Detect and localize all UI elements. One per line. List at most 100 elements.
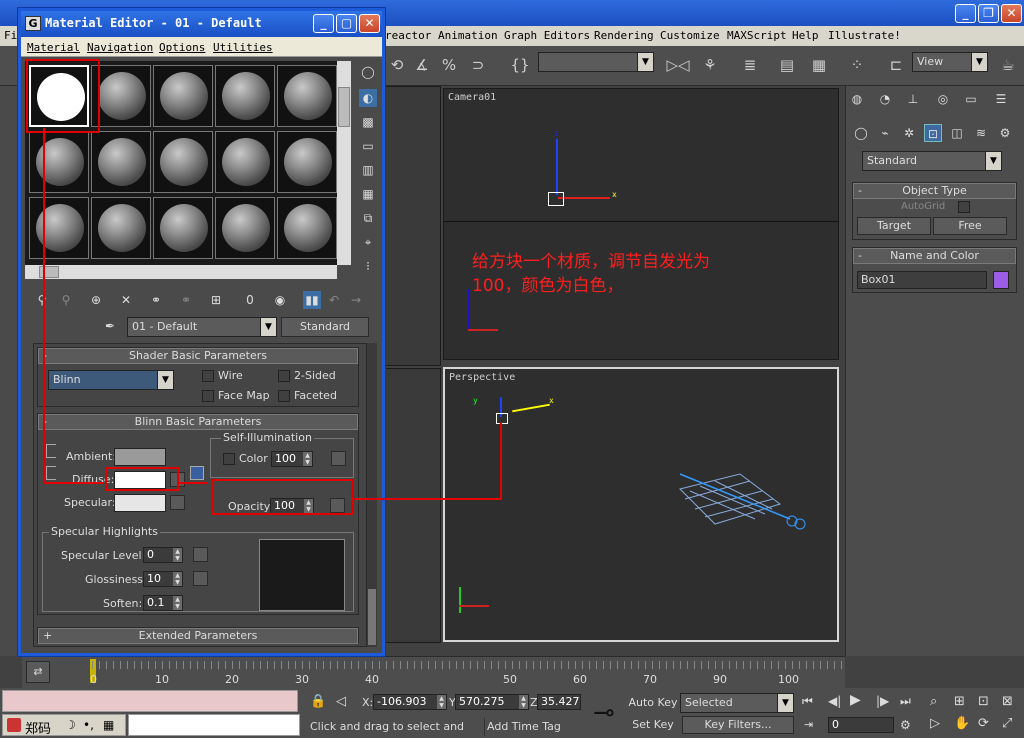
y-coordinate-spinner[interactable]: 570.275 ▲ ▼: [455, 694, 529, 710]
maximize-button[interactable]: ❐: [978, 4, 999, 23]
free-button[interactable]: Free: [933, 217, 1007, 235]
lock-toggle-icon[interactable]: [190, 466, 204, 480]
slots-horizontal-scrollbar[interactable]: [25, 265, 337, 279]
camera-grid-object[interactable]: [670, 469, 810, 539]
motion-tab-icon[interactable]: ◎: [934, 90, 952, 108]
menu-customize[interactable]: Customize: [660, 29, 720, 42]
me-menu-options[interactable]: Options: [159, 41, 205, 54]
display-tab-icon[interactable]: ▭: [962, 90, 980, 108]
soften-spinner[interactable]: 0.1 ▲ ▼: [143, 595, 183, 611]
front-viewport-partial[interactable]: [384, 368, 441, 643]
video-check-icon[interactable]: ▥: [359, 161, 377, 179]
maximize-viewport-icon[interactable]: ⤢: [1002, 716, 1012, 731]
close-button[interactable]: ✕: [1001, 4, 1022, 23]
camera-viewport-label[interactable]: Camera01: [448, 92, 496, 103]
spinner-arrows-icon[interactable]: ▲ ▼: [437, 695, 446, 709]
sample-slot[interactable]: [277, 197, 337, 259]
spinner-arrows-icon[interactable]: ▲ ▼: [173, 548, 182, 562]
sample-slot[interactable]: [91, 197, 151, 259]
lights-icon[interactable]: ✲: [900, 124, 918, 142]
render-scene-icon[interactable]: ⊏: [884, 54, 908, 76]
sample-slot[interactable]: [277, 131, 337, 193]
get-material-icon[interactable]: ⚲: [33, 291, 51, 309]
moon-icon[interactable]: ☽: [65, 718, 76, 732]
me-menu-navigation[interactable]: Navigation: [87, 41, 153, 54]
material-type-button[interactable]: Standard: [281, 317, 369, 337]
target-button[interactable]: Target: [857, 217, 931, 235]
object-type-header[interactable]: - Object Type: [853, 183, 1016, 199]
camera-viewport[interactable]: Camera01 x z: [443, 88, 839, 360]
put-to-library-icon[interactable]: ⊞: [207, 291, 225, 309]
set-key-icon[interactable]: ⊸: [584, 694, 624, 732]
slots-vertical-scrollbar[interactable]: [337, 61, 351, 265]
material-id-icon[interactable]: 0: [241, 291, 259, 309]
maxscript-input[interactable]: [128, 714, 300, 736]
menu-animation[interactable]: Animation: [438, 29, 498, 42]
helpers-icon[interactable]: ◫: [948, 124, 966, 142]
spinner-arrows-icon[interactable]: ▲ ▼: [173, 572, 182, 586]
sample-slot[interactable]: [215, 65, 275, 127]
spinner-arrows-icon[interactable]: ▲ ▼: [303, 452, 312, 466]
goto-start-icon[interactable]: ⏮: [802, 694, 813, 709]
add-time-tag[interactable]: Add Time Tag: [484, 718, 580, 736]
spec-level-spinner[interactable]: 0 ▲ ▼: [143, 547, 183, 563]
named-selection-icon[interactable]: {}: [508, 54, 532, 76]
named-selection-dropdown[interactable]: ▼: [538, 52, 654, 72]
sample-slot[interactable]: [91, 65, 151, 127]
fov-icon[interactable]: ▷: [930, 716, 940, 731]
key-selection-dropdown[interactable]: Selected ▼: [680, 693, 794, 713]
minimize-button[interactable]: _: [955, 4, 976, 23]
go-to-parent-icon[interactable]: ↶: [325, 291, 343, 309]
show-end-result-icon[interactable]: ▮▮: [303, 291, 321, 309]
lock-bracket-ambient[interactable]: [46, 444, 56, 458]
autogrid-checkbox[interactable]: [958, 201, 970, 213]
percent-snap-icon[interactable]: %: [437, 54, 461, 76]
show-map-icon[interactable]: ◉: [271, 291, 289, 309]
assign-material-icon[interactable]: ⊕: [87, 291, 105, 309]
sample-slot[interactable]: [153, 65, 213, 127]
me-close-button[interactable]: ✕: [359, 14, 380, 33]
faceted-checkbox[interactable]: [278, 390, 290, 402]
object-name-field[interactable]: Box01: [857, 271, 987, 289]
perspective-viewport[interactable]: Perspective x y: [443, 367, 839, 642]
sample-slot[interactable]: [215, 197, 275, 259]
utilities-tab-icon[interactable]: ☰: [992, 90, 1010, 108]
spacewarps-icon[interactable]: ≋: [972, 124, 990, 142]
create-tab-icon[interactable]: ◍: [848, 90, 866, 108]
box-object-camera[interactable]: [548, 192, 564, 206]
key-mode-icon[interactable]: ⇥: [804, 718, 813, 731]
spinner-arrows-icon[interactable]: ▲ ▼: [519, 695, 528, 709]
menu-reactor[interactable]: reactor: [385, 29, 431, 42]
menu-help[interactable]: Help: [792, 29, 819, 42]
go-forward-icon[interactable]: →: [347, 291, 365, 309]
sample-slot[interactable]: [277, 65, 337, 127]
self-illum-color-checkbox[interactable]: [223, 453, 235, 465]
ime-toolbar[interactable]: 郑码 ☽ •, ▦: [2, 714, 126, 737]
face-map-checkbox[interactable]: [202, 390, 214, 402]
top-viewport-partial[interactable]: [384, 86, 441, 366]
zoom-all-icon[interactable]: ⊞: [954, 694, 965, 709]
ambient-color-swatch[interactable]: [114, 448, 166, 466]
maxscript-listener-mini[interactable]: [2, 690, 298, 712]
sample-type-icon[interactable]: ◯: [359, 63, 377, 81]
align-icon[interactable]: ⚘: [698, 54, 722, 76]
perspective-viewport-label[interactable]: Perspective: [449, 372, 515, 383]
sample-slot[interactable]: [215, 131, 275, 193]
punctuation-icon[interactable]: •,: [83, 718, 94, 732]
select-by-material-icon[interactable]: ⌖: [359, 233, 377, 251]
me-menu-material[interactable]: Material: [27, 41, 80, 54]
z-coordinate-spinner[interactable]: 35.427: [537, 694, 581, 710]
uv-tiling-icon[interactable]: ▭: [359, 137, 377, 155]
make-preview-icon[interactable]: ▦: [359, 185, 377, 203]
glossiness-spinner[interactable]: 10 ▲ ▼: [143, 571, 183, 587]
blinn-basic-header[interactable]: -Blinn Basic Parameters: [38, 414, 358, 430]
angle-snap-icon[interactable]: ∡: [410, 54, 434, 76]
me-minimize-button[interactable]: _: [313, 14, 334, 33]
systems-icon[interactable]: ⚙: [996, 124, 1014, 142]
zoom-icon[interactable]: ⌕: [930, 694, 937, 709]
backlight-icon[interactable]: ◐: [359, 89, 377, 107]
extended-parameters-header[interactable]: + Extended Parameters: [38, 628, 358, 644]
box-object-perspective[interactable]: [496, 413, 508, 424]
time-config-icon[interactable]: ⇄: [26, 661, 50, 683]
play-icon[interactable]: ▶: [850, 692, 861, 708]
